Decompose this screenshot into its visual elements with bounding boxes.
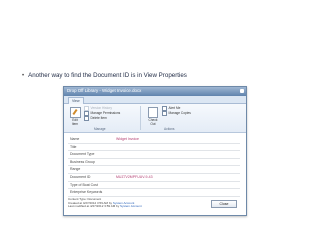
dialog-title: Drop Off Library - Widget Invoice.docx	[67, 88, 142, 93]
modified-by-link[interactable]: System Account	[120, 204, 142, 208]
delete-item-icon	[84, 116, 89, 121]
bullet-dot-icon: •	[22, 72, 25, 79]
property-name: Enterprise Keywords	[70, 190, 103, 195]
check-out-label: Check Out	[148, 118, 158, 126]
property-value: Widget Invoice	[116, 137, 139, 141]
slide-bullet: • Another way to find the Document ID is…	[22, 72, 187, 79]
ribbon-group-divider	[140, 106, 141, 130]
properties-table: Name Widget Invoice Title Document Type …	[68, 136, 240, 197]
property-value	[116, 166, 240, 173]
property-name: Business Group	[70, 159, 95, 164]
property-value	[116, 159, 240, 166]
check-out-icon	[148, 107, 158, 118]
property-name: Document ID	[70, 174, 91, 179]
table-row: Range	[68, 166, 240, 174]
group-label-manage: Manage	[94, 127, 106, 131]
property-value	[116, 182, 240, 189]
property-name: Title	[70, 144, 77, 149]
property-value	[116, 189, 240, 196]
manage-copies-icon	[162, 111, 167, 116]
property-name: Range	[70, 167, 81, 172]
table-row: Name Widget Invoice	[68, 136, 240, 144]
edit-item-button[interactable]: Edit Item	[69, 107, 81, 126]
manage-group-list: Version History Manage Permissions Delet…	[84, 106, 120, 121]
table-row: Enterprise Keywords	[68, 189, 240, 197]
document-id-value: MUZ7V2MPFUUV-9-43	[116, 174, 153, 179]
group-label-actions: Actions	[164, 127, 175, 131]
bullet-text: Another way to find the Document ID is i…	[28, 72, 187, 79]
table-row: Title	[68, 144, 240, 152]
ribbon: Edit Item Version History Manage Permiss…	[64, 104, 246, 133]
delete-item-button[interactable]: Delete Item	[84, 116, 120, 121]
close-icon[interactable]	[240, 89, 244, 93]
view-properties-dialog: Drop Off Library - Widget Invoice.docx V…	[63, 86, 247, 216]
tab-view[interactable]: View	[68, 97, 84, 104]
table-row: Document ID MUZ7V2MPFUUV-9-43	[68, 174, 240, 182]
property-value	[116, 144, 240, 151]
dialog-footer: Content Type: Document Created at 4/27/2…	[68, 197, 240, 212]
property-name: Document Type	[70, 152, 95, 157]
property-name: Name	[70, 137, 80, 141]
manage-copies-button[interactable]: Manage Copies	[162, 111, 191, 116]
check-out-button[interactable]: Check Out	[147, 107, 159, 126]
property-value	[116, 151, 240, 158]
delete-item-label: Delete Item	[90, 116, 107, 120]
close-button[interactable]: Close	[211, 200, 237, 208]
table-row: Business Group	[68, 159, 240, 167]
property-name: Type of Boat Cost	[70, 182, 98, 187]
edit-item-icon	[69, 107, 81, 118]
edit-item-label: Edit Item	[71, 118, 79, 126]
table-row: Type of Boat Cost	[68, 182, 240, 190]
ribbon-tabstrip: View	[64, 96, 246, 104]
actions-list: Alert Me Manage Copies	[162, 106, 191, 116]
manage-copies-label: Manage Copies	[168, 111, 191, 115]
table-row: Document Type	[68, 151, 240, 159]
dialog-titlebar: Drop Off Library - Widget Invoice.docx	[64, 87, 246, 96]
modified-text: Last modified at 4/27/2012 3:59 AM by	[68, 204, 120, 209]
